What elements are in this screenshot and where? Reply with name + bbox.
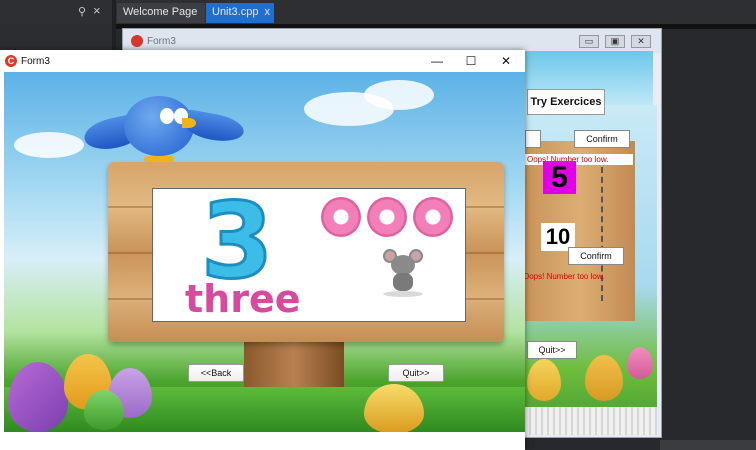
mouse-head xyxy=(391,255,415,275)
tab-unit3-cpp[interactable]: Unit3.cpp x xyxy=(206,3,274,23)
bird-eye xyxy=(160,108,174,124)
error-message-1: Oops! Number too low. xyxy=(525,154,633,165)
mouse-icon xyxy=(381,249,425,297)
donut-icon xyxy=(367,197,407,237)
minimize-icon[interactable]: — xyxy=(422,52,452,70)
easter-egg xyxy=(84,390,124,430)
tab-label: Unit3.cpp xyxy=(212,6,259,18)
easter-egg xyxy=(8,362,68,432)
bird-feet xyxy=(144,156,174,162)
back-button[interactable]: <<Back xyxy=(188,364,244,382)
quit-button[interactable]: Quit>> xyxy=(388,364,444,382)
app-c-icon: C xyxy=(5,55,17,67)
number-word: three xyxy=(185,277,301,321)
easter-egg xyxy=(527,359,561,401)
designer-close-button[interactable]: ✕ xyxy=(631,35,651,48)
maximize-icon[interactable]: ☐ xyxy=(456,52,486,70)
confirm-button-1[interactable]: Confirm xyxy=(574,130,630,148)
form3-bottom-edge xyxy=(0,432,525,450)
close-icon[interactable]: × xyxy=(93,3,101,18)
designer-minimize-button[interactable]: ▭ xyxy=(579,35,599,48)
bluebird-illustration xyxy=(81,78,246,188)
confirm-button-2[interactable]: Confirm xyxy=(568,247,624,265)
ide-panel-header: ⚲ × xyxy=(0,0,112,24)
pin-icon[interactable]: ⚲ xyxy=(78,5,90,19)
donut-icon xyxy=(413,197,453,237)
mouse-torso xyxy=(393,273,413,291)
easter-egg xyxy=(585,355,623,401)
easter-egg xyxy=(627,347,653,379)
ide-status-bar xyxy=(660,440,756,450)
designer-title: Form3 xyxy=(147,36,176,47)
tab-welcome-page[interactable]: Welcome Page xyxy=(117,3,205,23)
error-message-2: Oops! Number too low. xyxy=(523,272,605,281)
form3-title: Form3 xyxy=(21,56,50,67)
mouse-shadow xyxy=(383,291,423,297)
designer-quit-button[interactable]: Quit>> xyxy=(527,341,577,359)
form3-background-image: 3 three <<Back Quit>> xyxy=(4,72,525,432)
number-input[interactable] xyxy=(525,130,541,148)
designer-maximize-button[interactable]: ▣ xyxy=(605,35,625,48)
number-five-label: 5 xyxy=(543,161,576,194)
form3-title-bar[interactable]: C Form3 — ☐ ✕ xyxy=(0,50,525,72)
form3-window: C Form3 — ☐ ✕ 3 three <<Back Quit>> xyxy=(0,50,525,450)
bird-beak xyxy=(182,118,196,128)
number-card-image: 3 three xyxy=(152,188,466,322)
designer-grid xyxy=(523,407,657,435)
try-exercices-button[interactable]: Try Exercices xyxy=(527,89,605,115)
cloud xyxy=(14,132,84,158)
donut-icon xyxy=(321,197,361,237)
cloud xyxy=(364,80,434,110)
tab-close-icon[interactable]: x xyxy=(264,6,270,18)
window-close-icon[interactable]: ✕ xyxy=(491,52,521,70)
tab-label: Welcome Page xyxy=(123,6,198,18)
app-c-icon xyxy=(131,35,143,47)
